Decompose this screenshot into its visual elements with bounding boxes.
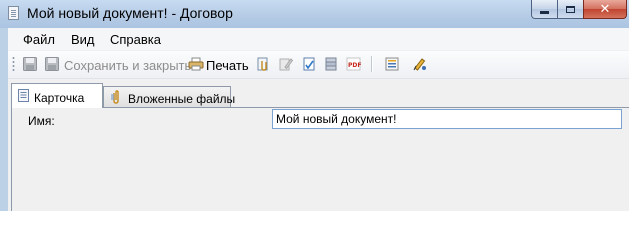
attach-icon[interactable]: [256, 57, 270, 71]
tab-card-label: Карточка: [34, 91, 85, 105]
check-document-icon[interactable]: [302, 57, 316, 71]
svg-text:PDF: PDF: [348, 62, 361, 69]
minimize-button[interactable]: [531, 0, 558, 19]
title-bar[interactable]: Мой новый документ! - Договор ✕: [0, 0, 629, 28]
menu-file[interactable]: Файл: [23, 32, 55, 47]
toolbar-grip[interactable]: [12, 56, 15, 72]
pdf-icon[interactable]: PDF: [346, 57, 362, 71]
save-close-button[interactable]: Сохранить и закрыть: [64, 58, 191, 73]
close-button[interactable]: ✕: [583, 0, 627, 19]
tab-attached-files-label: Вложенные файлы: [128, 92, 236, 106]
menu-view[interactable]: Вид: [71, 32, 95, 47]
archive-icon[interactable]: [324, 57, 338, 71]
toolbar: Сохранить и закрыть Печать PDF: [8, 51, 629, 79]
document-icon: [8, 6, 19, 20]
maximize-button[interactable]: [557, 0, 584, 19]
toolbar-separator: [371, 56, 373, 72]
name-input[interactable]: [272, 109, 622, 129]
client-area: Файл Вид Справка Сохранить и закрыть Печ…: [8, 28, 629, 211]
edit-icon[interactable]: [279, 57, 293, 71]
app-window: Мой новый документ! - Договор ✕ Файл Вид…: [0, 0, 629, 211]
tab-attached-files[interactable]: Вложенные файлы: [103, 86, 235, 108]
tab-card[interactable]: Карточка: [11, 83, 103, 108]
menu-bar: Файл Вид Справка: [8, 28, 629, 50]
print-button[interactable]: Печать: [206, 58, 249, 73]
sign-icon[interactable]: [412, 57, 428, 71]
name-label: Имя:: [28, 114, 55, 128]
maximize-icon: [566, 5, 575, 13]
card-icon: [18, 89, 29, 102]
menu-help[interactable]: Справка: [110, 32, 161, 47]
print-icon[interactable]: [188, 57, 204, 71]
close-icon: ✕: [599, 1, 611, 16]
save-icon[interactable]: [23, 57, 37, 71]
window-title: Мой новый документ! - Договор: [27, 5, 233, 21]
paperclip-icon: [111, 90, 119, 104]
list-icon[interactable]: [385, 57, 401, 71]
save-close-icon[interactable]: [45, 57, 59, 71]
minimize-icon: [540, 10, 549, 14]
